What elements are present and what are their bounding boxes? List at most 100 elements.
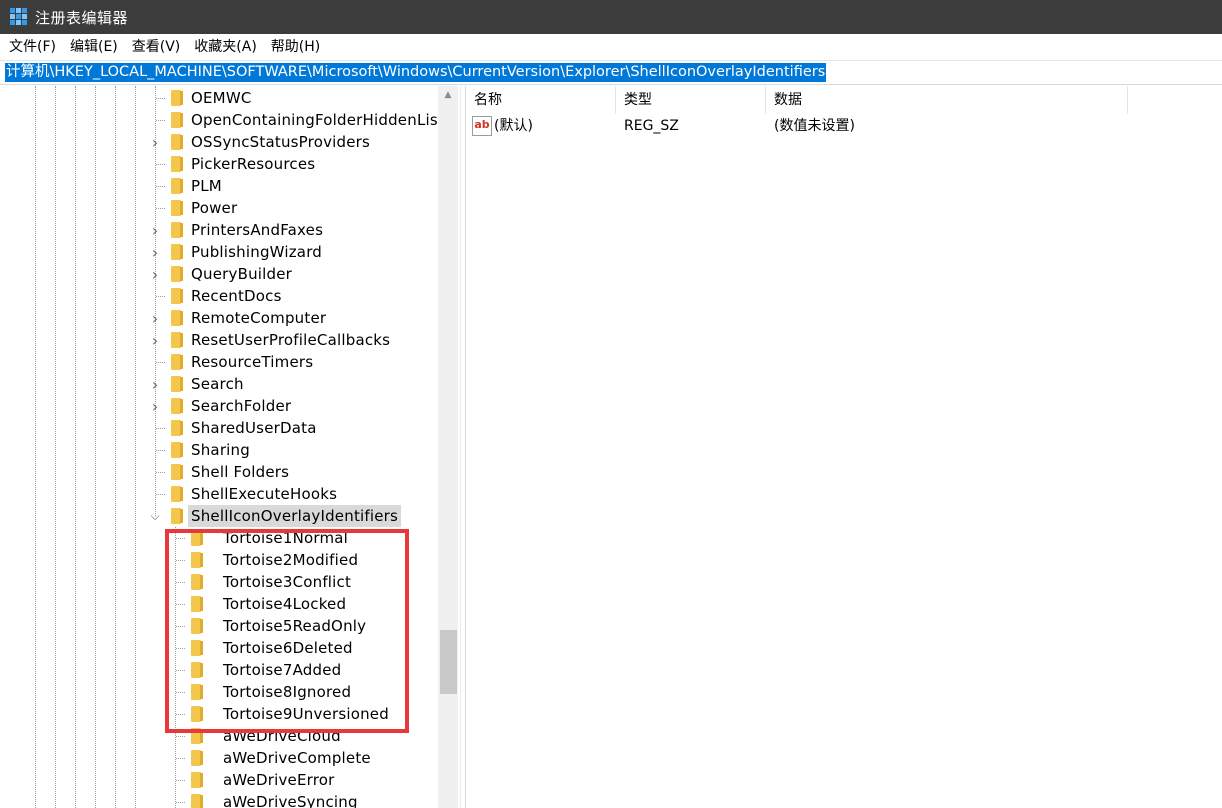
chevron-right-icon[interactable]: › [150,373,160,395]
tree-item-label: Shell Folders [191,463,290,481]
tree-item-label: Tortoise6Deleted [223,639,353,657]
tree-item[interactable]: Tortoise3Conflict [0,571,438,593]
tree-item[interactable]: Tortoise2Modified [0,549,438,571]
tree-item[interactable]: Tortoise7Added [0,659,438,681]
tree-item[interactable]: PLM [0,175,438,197]
tree-item[interactable]: Power [0,197,438,219]
folder-icon [171,332,183,348]
folder-icon [171,134,183,150]
tree-item-label: Tortoise3Conflict [223,573,352,591]
tree-connector [176,670,185,671]
tree-connector [176,692,185,693]
chevron-down-icon[interactable]: ⌵ [150,505,160,527]
menu-view[interactable]: 查看(V) [125,34,188,60]
tree-connector [176,780,185,781]
tree-connector [176,714,185,715]
folder-icon [191,596,203,612]
tree-item-label: PrintersAndFaxes [191,221,324,239]
folder-icon [171,222,183,238]
tree-connector [176,736,185,737]
tree-connector [156,164,165,165]
tree-scrollbar[interactable]: ▲ [438,86,458,808]
tree-item[interactable]: Sharing [0,439,438,461]
column-header-data[interactable]: 数据 [766,86,1128,114]
menu-file[interactable]: 文件(F) [2,34,63,60]
tree-item-label: Power [191,199,238,217]
tree-item[interactable]: › RemoteComputer [0,307,438,329]
column-header-type[interactable]: 类型 [616,86,766,114]
chevron-right-icon[interactable]: › [150,241,160,263]
folder-icon [171,112,183,128]
tree-item[interactable]: OpenContainingFolderHiddenList [0,109,444,131]
folder-icon [171,90,183,106]
tree-item-label: SearchFolder [191,397,292,415]
tree-item[interactable]: Shell Folders [0,461,438,483]
tree-item[interactable]: Tortoise4Locked [0,593,438,615]
tree-item[interactable]: aWeDriveComplete [0,747,438,769]
window-title: 注册表编辑器 [35,8,129,27]
tree-item[interactable]: › PrintersAndFaxes [0,219,438,241]
tree-item[interactable]: ResourceTimers [0,351,438,373]
tree-item[interactable]: PickerResources [0,153,438,175]
menu-edit[interactable]: 编辑(E) [63,34,125,60]
tree-item[interactable]: › QueryBuilder [0,263,438,285]
folder-icon [191,728,203,744]
menu-help[interactable]: 帮助(H) [264,34,327,60]
folder-icon [171,310,183,326]
tree-item[interactable]: › PublishingWizard [0,241,438,263]
tree-item[interactable]: › SearchFolder [0,395,438,417]
tree-connector [176,538,185,539]
chevron-right-icon[interactable]: › [150,395,160,417]
tree-item[interactable]: OEMWC [0,87,438,109]
folder-icon [171,508,183,524]
value-name: (默认) [494,118,533,134]
tree-connector [156,450,165,451]
folder-icon [171,266,183,282]
scroll-up-arrow-icon[interactable]: ▲ [438,86,458,104]
tree-connector [176,604,185,605]
tree-item-label: PublishingWizard [191,243,323,261]
folder-icon [171,354,183,370]
chevron-right-icon[interactable]: › [150,263,160,285]
tree-item[interactable]: Tortoise5ReadOnly [0,615,438,637]
tree-item-label: aWeDriveSyncing [223,793,358,808]
tree-item[interactable]: SharedUserData [0,417,438,439]
folder-icon [191,794,203,808]
folder-icon [171,486,183,502]
tree-item-label: Tortoise7Added [223,661,342,679]
tree-item[interactable]: RecentDocs [0,285,438,307]
tree-item[interactable]: aWeDriveSyncing [0,791,438,808]
folder-icon [191,662,203,678]
address-bar[interactable]: 计算机\HKEY_LOCAL_MACHINE\SOFTWARE\Microsof… [0,60,1222,85]
tree-item[interactable]: › OSSyncStatusProviders [0,131,438,153]
tree-item[interactable]: Tortoise6Deleted [0,637,438,659]
folder-icon [191,772,203,788]
tree-connector [156,428,165,429]
scroll-thumb[interactable] [440,630,457,694]
folder-icon [171,178,183,194]
registry-key-tree[interactable]: OEMWC OpenContainingFolderHiddenList › OSSy… [0,86,460,808]
tree-item-label: Tortoise8Ignored [223,683,352,701]
tree-item-label: aWeDriveError [223,771,335,789]
tree-item-label: QueryBuilder [191,265,293,283]
tree-item[interactable]: ShellExecuteHooks [0,483,438,505]
column-header-name[interactable]: 名称 [466,86,616,114]
tree-connector [156,296,165,297]
chevron-right-icon[interactable]: › [150,307,160,329]
chevron-right-icon[interactable]: › [150,131,160,153]
tree-item[interactable]: aWeDriveCloud [0,725,438,747]
chevron-right-icon[interactable]: › [150,329,160,351]
menu-favorites[interactable]: 收藏夹(A) [187,34,264,60]
tree-item-label: ResetUserProfileCallbacks [191,331,391,349]
tree-item[interactable]: › Search [0,373,438,395]
tree-item[interactable]: Tortoise9Unversioned [0,703,438,725]
tree-item[interactable]: Tortoise8Ignored [0,681,438,703]
chevron-right-icon[interactable]: › [150,219,160,241]
tree-item-label: ShellIconOverlayIdentifiers [188,505,402,527]
address-path-selected[interactable]: 计算机\HKEY_LOCAL_MACHINE\SOFTWARE\Microsof… [5,63,827,82]
tree-item[interactable]: aWeDriveError [0,769,438,791]
registry-values-list[interactable]: 名称 类型 数据 ab (默认) REG_SZ (数值未设置) [466,86,1222,808]
tree-item[interactable]: Tortoise1Normal [0,527,438,549]
tree-item[interactable]: › ResetUserProfileCallbacks [0,329,438,351]
tree-item[interactable]: ⌵ ShellIconOverlayIdentifiers [0,505,438,527]
